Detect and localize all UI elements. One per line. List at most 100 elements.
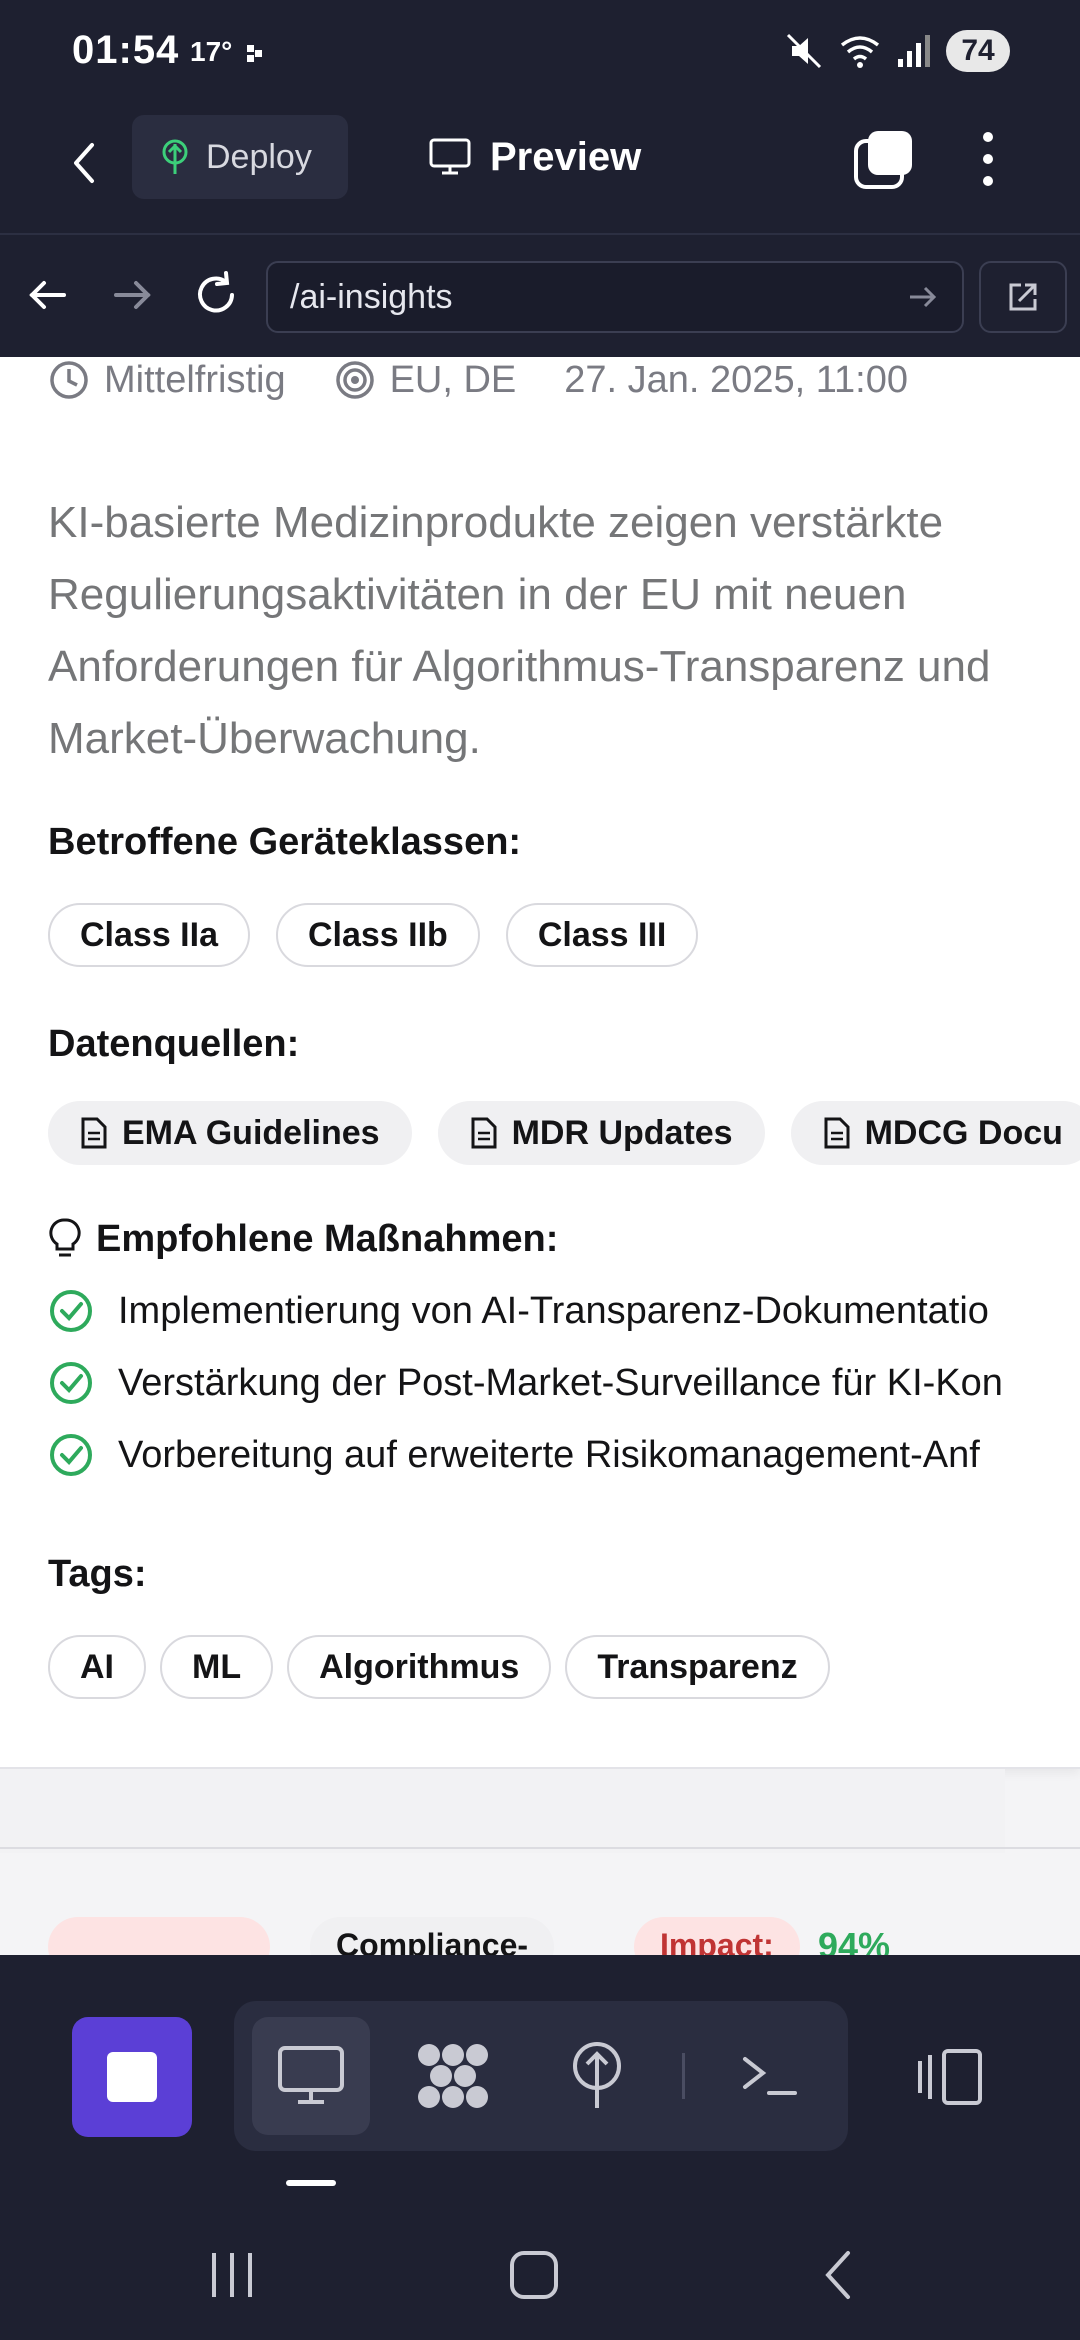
timeframe: Mittelfristig <box>104 358 286 401</box>
insight-meta: Mittelfristig EU, DE 27. Jan. 2025, 11:0… <box>48 357 956 403</box>
regions: EU, DE <box>389 358 517 401</box>
description-line: KI-basierte Medizinprodukte zeigen verst… <box>48 498 944 547</box>
notification-dot-icon <box>247 45 262 62</box>
next-card-score: 94% <box>818 1925 891 1955</box>
description-line: Regulierungsaktivitäten in der EU mit ne… <box>48 570 907 619</box>
go-arrow-icon[interactable] <box>906 282 940 312</box>
lightbulb-icon <box>49 1218 81 1257</box>
deploy-label: Deploy <box>206 137 312 176</box>
description-line: Anforderungen für Algorithmus-Transparen… <box>48 642 991 691</box>
preview-label: Preview <box>490 134 642 179</box>
action-text: Implementierung von AI-Transparenz-Dokum… <box>118 1289 989 1332</box>
clock-icon <box>50 361 88 399</box>
url-bar: /ai-insights <box>0 237 1080 357</box>
home-button[interactable] <box>494 2240 574 2310</box>
battery-indicator: 74 <box>946 30 1010 72</box>
device-frame-icon <box>918 2049 982 2105</box>
source-chip[interactable]: EMA Guidelines <box>48 1101 412 1165</box>
source-chip[interactable]: MDR Updates <box>437 1101 765 1165</box>
tag-chip[interactable]: ML <box>160 1635 274 1699</box>
recommended-actions-heading: Empfohlene Maßnahmen: <box>48 1217 558 1261</box>
bottom-dock <box>0 1955 1080 2185</box>
more-options-icon[interactable] <box>968 127 1008 191</box>
deploy-icon <box>162 139 188 174</box>
sources-heading: Datenquellen: <box>48 1023 300 1065</box>
source-label: MDR Updates <box>511 1113 733 1152</box>
wifi-icon <box>840 36 880 68</box>
system-back-button[interactable] <box>798 2240 878 2310</box>
card-footer-strip <box>0 1769 1005 1853</box>
action-item: Implementierung von AI-Transparenz-Dokum… <box>48 1275 1080 1347</box>
tag-chip[interactable]: Transparenz <box>565 1635 830 1699</box>
stop-icon <box>107 2052 157 2102</box>
console-view-button[interactable] <box>710 2017 828 2135</box>
status-temperature: 17° <box>190 36 233 67</box>
browser-forward-icon[interactable] <box>104 267 160 323</box>
view-switcher <box>234 2001 848 2151</box>
tag-chip[interactable]: AI <box>48 1635 146 1699</box>
tags-list: AI ML Algorithmus Transparenz <box>48 1635 830 1699</box>
deploy-icon <box>573 2042 621 2108</box>
monitor-icon <box>278 2046 344 2104</box>
document-icon <box>824 1117 850 1149</box>
device-layout-button[interactable] <box>900 2017 1000 2137</box>
recommended-actions-list: Implementierung von AI-Transparenz-Dokum… <box>48 1275 1080 1491</box>
status-bar: 01:54 17° 74 <box>0 0 1080 105</box>
action-item: Verstärkung der Post-Market-Surveillance… <box>48 1347 1080 1419</box>
device-classes-list: Class IIa Class IIb Class III <box>48 903 699 967</box>
dock-separator <box>682 2053 685 2099</box>
preview-button[interactable]: Preview <box>428 115 641 199</box>
insight-card: Mittelfristig EU, DE 27. Jan. 2025, 11:0… <box>0 357 1080 1769</box>
stop-button[interactable] <box>72 2017 192 2137</box>
open-external-button[interactable] <box>979 261 1067 333</box>
monitor-icon <box>429 138 471 175</box>
description-line: Market-Überwachung. <box>48 714 481 763</box>
deploy-button[interactable]: Deploy <box>132 115 348 199</box>
tag-chip[interactable]: Algorithmus <box>287 1635 552 1699</box>
reload-icon[interactable] <box>188 267 244 323</box>
action-item: Vorbereitung auf erweiterte Risikomanage… <box>48 1419 1080 1491</box>
check-circle-icon <box>50 1290 92 1332</box>
system-navigation <box>0 2200 1080 2340</box>
tags-heading: Tags: <box>48 1553 147 1595</box>
target-icon <box>335 361 374 399</box>
device-classes-heading: Betroffene Geräteklassen: <box>48 821 522 863</box>
document-icon <box>471 1117 497 1149</box>
check-circle-icon <box>50 1362 92 1404</box>
signal-icon <box>898 35 930 67</box>
device-class-chip[interactable]: Class IIb <box>275 903 480 967</box>
next-card-status-chip[interactable] <box>48 1917 270 1955</box>
url-text: /ai-insights <box>290 277 453 316</box>
device-class-chip[interactable]: Class III <box>505 903 699 967</box>
workflow-view-button[interactable] <box>394 2017 512 2135</box>
preview-view-button[interactable] <box>252 2017 370 2135</box>
card-divider <box>0 1847 1080 1849</box>
mute-icon <box>786 33 822 69</box>
source-label: MDCG Docu <box>864 1113 1063 1152</box>
recent-apps-icon <box>212 2253 252 2297</box>
next-card-compliance-chip[interactable]: Compliance- <box>310 1917 555 1955</box>
insight-description: KI-basierte Medizinprodukte zeigen verst… <box>48 487 1080 775</box>
device-class-chip[interactable]: Class IIa <box>48 903 250 967</box>
tabs-icon[interactable] <box>852 127 916 191</box>
deploy-view-button[interactable] <box>538 2017 656 2135</box>
next-card-impact-chip[interactable]: Impact: <box>634 1917 800 1955</box>
url-input[interactable]: /ai-insights <box>266 261 964 333</box>
insight-content: Mittelfristig EU, DE 27. Jan. 2025, 11:0… <box>0 357 1080 1955</box>
system-back-icon <box>825 2251 850 2299</box>
browser-back-icon[interactable] <box>20 267 76 323</box>
document-icon <box>81 1117 107 1149</box>
active-view-indicator <box>286 2180 336 2186</box>
source-chip[interactable]: MDCG Docu <box>790 1101 1080 1165</box>
terminal-icon <box>743 2057 797 2095</box>
app-toolbar: Deploy Preview <box>0 105 1080 235</box>
sources-list: EMA Guidelines MDR Updates MDCG Docu <box>48 1101 1080 1165</box>
recommended-actions-label: Empfohlene Maßnahmen: <box>96 1217 559 1260</box>
action-text: Vorbereitung auf erweiterte Risikomanage… <box>118 1433 980 1476</box>
back-icon[interactable] <box>58 135 114 191</box>
status-time: 01:54 <box>72 28 180 72</box>
recent-apps-button[interactable] <box>192 2240 272 2310</box>
home-icon <box>510 2251 558 2299</box>
action-text: Verstärkung der Post-Market-Surveillance… <box>118 1361 1003 1404</box>
external-link-icon <box>1009 283 1037 311</box>
